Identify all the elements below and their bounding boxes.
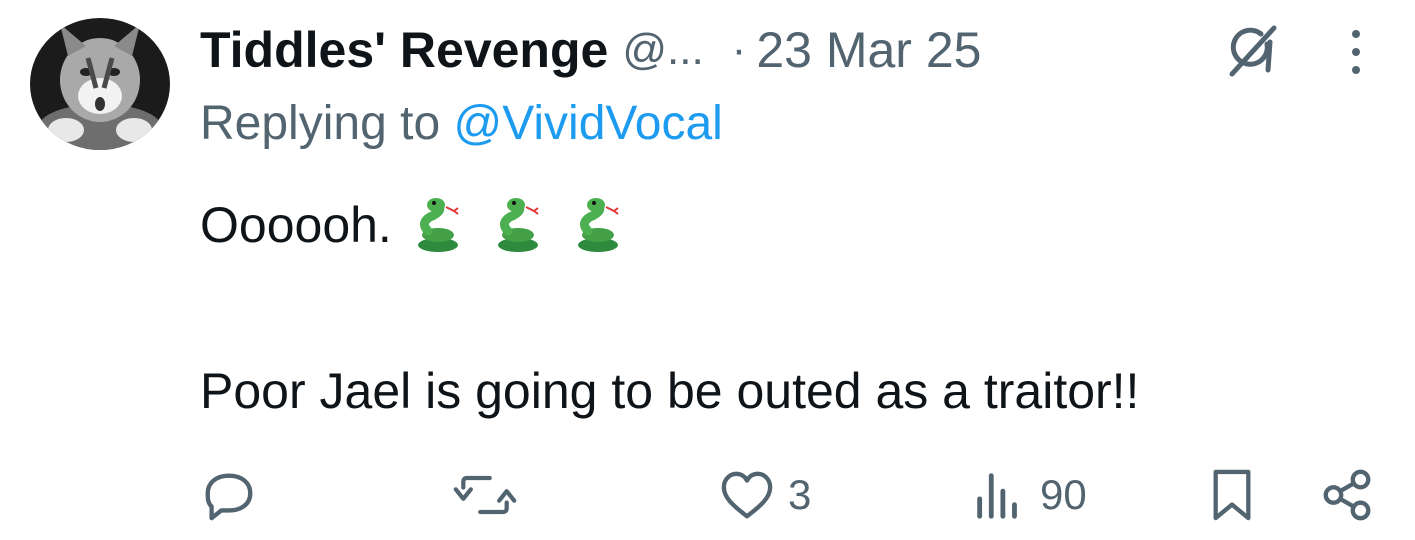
- snake-emoji-icon: [577, 198, 619, 252]
- views-chart-icon: [977, 473, 1017, 519]
- share-icon: [1323, 469, 1371, 521]
- snake-emoji-icon: [497, 198, 539, 252]
- like-button[interactable]: 3: [718, 460, 811, 530]
- tweet-header: Tiddles' Revenge @... · 23 Mar 25: [200, 18, 981, 82]
- author-display-name[interactable]: Tiddles' Revenge: [200, 21, 608, 79]
- tweet-text-ooh: Oooooh.: [200, 197, 392, 253]
- snake-emoji-icon: [417, 198, 459, 252]
- replying-to: Replying to @VividVocal: [200, 96, 723, 151]
- tweet[interactable]: Tiddles' Revenge @... · 23 Mar 25 Replyi…: [0, 0, 1415, 540]
- tweet-actions: 3 90: [0, 460, 1415, 530]
- tweet-date[interactable]: 23 Mar 25: [756, 21, 981, 79]
- bookmark-button[interactable]: [1208, 460, 1256, 530]
- bookmark-icon: [1213, 469, 1251, 521]
- more-options-icon[interactable]: [1338, 24, 1374, 80]
- views-button[interactable]: 90: [970, 460, 1087, 530]
- replying-to-label: Replying to: [200, 97, 454, 150]
- replying-to-handle[interactable]: @VividVocal: [453, 97, 722, 150]
- heart-icon: [721, 471, 773, 519]
- tweet-text-line-1: Oooooh.: [200, 196, 624, 254]
- tweet-text-line-2: Poor Jael is going to be outed as a trai…: [200, 363, 1140, 419]
- avatar[interactable]: [30, 18, 170, 150]
- repost-button[interactable]: [452, 460, 530, 530]
- grok-icon[interactable]: [1222, 22, 1280, 80]
- header-separator: ·: [731, 25, 747, 74]
- share-button[interactable]: [1318, 460, 1376, 530]
- reply-button[interactable]: [200, 460, 270, 530]
- cat-avatar-icon: [30, 18, 170, 150]
- repost-icon: [453, 475, 517, 515]
- author-handle[interactable]: @...: [622, 25, 703, 75]
- reply-icon: [205, 473, 253, 521]
- like-count: 3: [788, 471, 812, 518]
- views-count: 90: [1040, 471, 1087, 518]
